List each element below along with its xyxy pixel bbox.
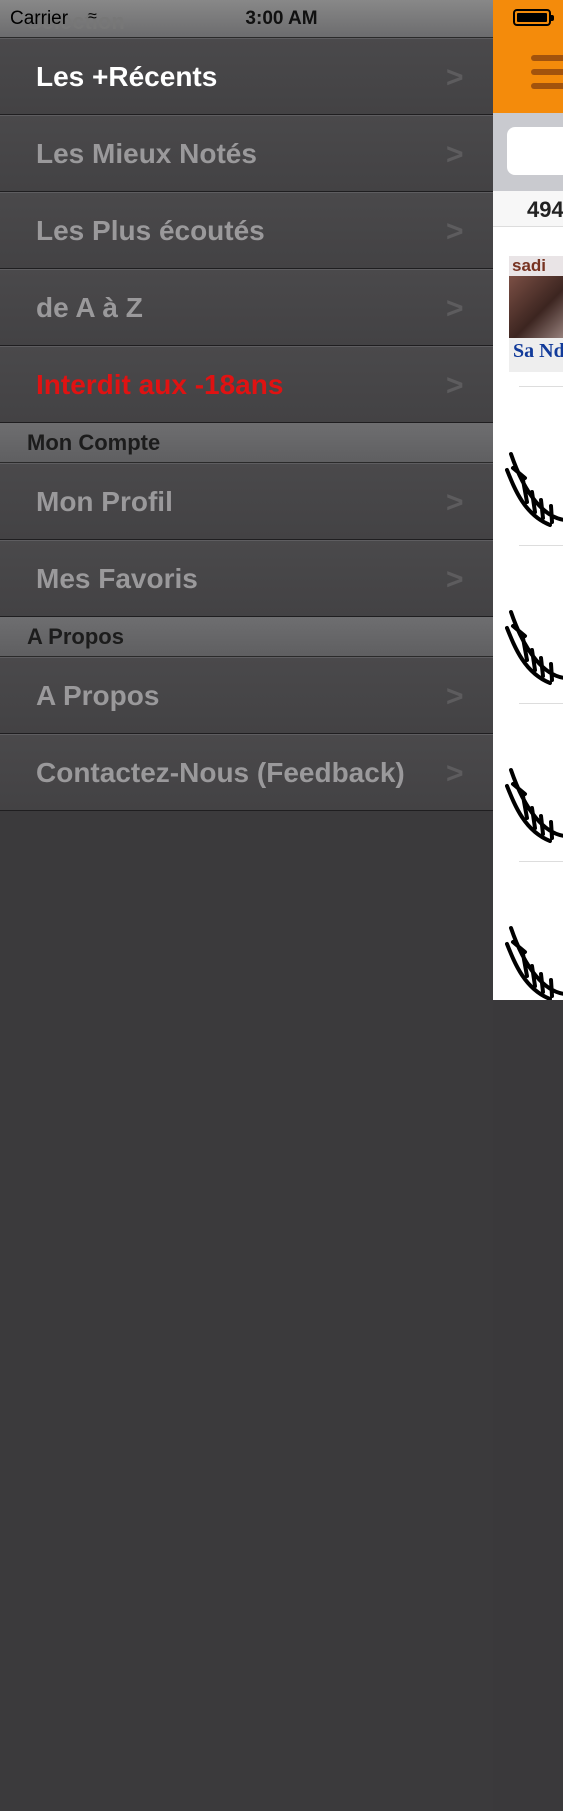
menu-item-plus-ecoutes[interactable]: Les Plus écoutés > bbox=[0, 192, 493, 269]
menu-item-mes-favoris[interactable]: Mes Favoris > bbox=[0, 540, 493, 617]
list-separator bbox=[519, 703, 563, 704]
menu-item-a-to-z[interactable]: de A à Z > bbox=[0, 269, 493, 346]
chevron-right-icon: > bbox=[446, 215, 464, 248]
chevron-right-icon: > bbox=[446, 680, 464, 713]
main-content-peek: 494 sadi Sa Nd bbox=[493, 0, 563, 1000]
album-cover-photo bbox=[509, 276, 563, 338]
list-separator bbox=[519, 386, 563, 387]
chevron-right-icon: > bbox=[446, 563, 464, 596]
album-cover-thumbnail[interactable]: sadi Sa Nd bbox=[509, 256, 563, 372]
search-bar bbox=[493, 113, 563, 191]
placeholder-grin-icon[interactable] bbox=[505, 440, 563, 530]
hamburger-menu-icon[interactable] bbox=[531, 55, 563, 97]
section-header-a-propos: A Propos bbox=[0, 617, 493, 657]
side-menu: Sélection Les +Récents > Les Mieux Notés… bbox=[0, 0, 493, 1811]
menu-item-les-recents[interactable]: Les +Récents > bbox=[0, 38, 493, 115]
menu-empty-area bbox=[0, 811, 493, 1811]
result-count: 494 bbox=[493, 191, 563, 227]
menu-item-label: A Propos bbox=[36, 680, 160, 711]
placeholder-grin-icon[interactable] bbox=[505, 914, 563, 1000]
chevron-right-icon: > bbox=[446, 292, 464, 325]
album-cover-top-text: sadi bbox=[509, 256, 563, 276]
chevron-right-icon: > bbox=[446, 61, 464, 94]
battery-icon bbox=[513, 9, 554, 26]
chevron-right-icon: > bbox=[446, 138, 464, 171]
album-cover-bottom-text: Sa Nd bbox=[509, 338, 563, 372]
section-header-mon-compte: Mon Compte bbox=[0, 423, 493, 463]
menu-item-a-propos[interactable]: A Propos > bbox=[0, 657, 493, 734]
menu-item-mieux-notes[interactable]: Les Mieux Notés > bbox=[0, 115, 493, 192]
clock: 3:00 AM bbox=[245, 8, 318, 29]
search-input[interactable] bbox=[507, 127, 563, 175]
menu-item-mon-profil[interactable]: Mon Profil > bbox=[0, 463, 493, 540]
list-separator bbox=[519, 545, 563, 546]
chevron-right-icon: > bbox=[446, 369, 464, 402]
placeholder-grin-icon[interactable] bbox=[505, 756, 563, 846]
menu-item-interdit-18[interactable]: Interdit aux -18ans > bbox=[0, 346, 493, 423]
menu-item-contactez-nous[interactable]: Contactez-Nous (Feedback) > bbox=[0, 734, 493, 811]
menu-item-label: de A à Z bbox=[36, 292, 143, 323]
list-separator bbox=[519, 861, 563, 862]
menu-item-label: Mes Favoris bbox=[36, 563, 198, 594]
menu-item-label: Les Plus écoutés bbox=[36, 215, 265, 246]
menu-item-label: Les Mieux Notés bbox=[36, 138, 257, 169]
menu-item-label: Interdit aux -18ans bbox=[36, 369, 284, 400]
chevron-right-icon: > bbox=[446, 486, 464, 519]
placeholder-grin-icon[interactable] bbox=[505, 598, 563, 688]
menu-item-label: Contactez-Nous (Feedback) bbox=[36, 757, 405, 788]
chevron-right-icon: > bbox=[446, 757, 464, 790]
menu-item-label: Mon Profil bbox=[36, 486, 173, 517]
menu-item-label: Les +Récents bbox=[36, 61, 218, 92]
status-bar: Carrier ≈ 3:00 AM bbox=[0, 0, 563, 38]
